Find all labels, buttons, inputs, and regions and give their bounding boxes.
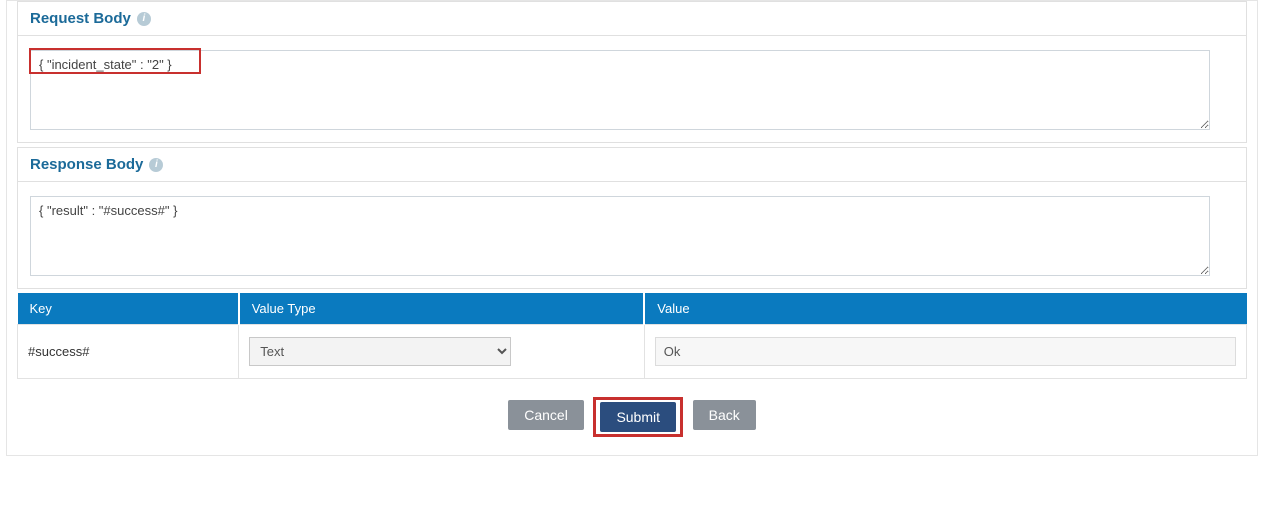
info-icon[interactable]: i <box>149 158 163 172</box>
response-body-header: Response Body i <box>18 148 1246 182</box>
cell-type: Text <box>239 325 645 379</box>
col-header-value: Value <box>644 293 1246 325</box>
value-type-select[interactable]: Text <box>249 337 511 366</box>
response-body-body <box>18 182 1246 288</box>
submit-highlight-annotation: Submit <box>593 397 683 437</box>
back-button[interactable]: Back <box>693 400 756 430</box>
request-body-title: Request Body <box>30 10 131 27</box>
col-header-type: Value Type <box>239 293 645 325</box>
response-params-table: Key Value Type Value #success# Text <box>17 293 1247 379</box>
cell-key: #success# <box>18 325 239 379</box>
request-body-header: Request Body i <box>18 2 1246 36</box>
col-header-key: Key <box>18 293 239 325</box>
response-body-section: Response Body i <box>17 147 1247 289</box>
response-body-textarea[interactable] <box>30 196 1210 276</box>
table-row: #success# Text <box>18 325 1247 379</box>
cell-value <box>644 325 1246 379</box>
info-icon[interactable]: i <box>137 12 151 26</box>
request-body-section: Request Body i <box>17 1 1247 143</box>
value-input[interactable] <box>655 337 1236 366</box>
table-header-row: Key Value Type Value <box>18 293 1247 325</box>
response-body-title: Response Body <box>30 156 143 173</box>
request-body-textarea[interactable] <box>30 50 1210 130</box>
submit-button[interactable]: Submit <box>600 402 676 432</box>
action-button-row: Cancel Submit Back <box>17 379 1247 445</box>
form-container: Request Body i Response Body i Key Value… <box>6 0 1258 456</box>
request-body-body <box>18 36 1246 142</box>
cancel-button[interactable]: Cancel <box>508 400 584 430</box>
